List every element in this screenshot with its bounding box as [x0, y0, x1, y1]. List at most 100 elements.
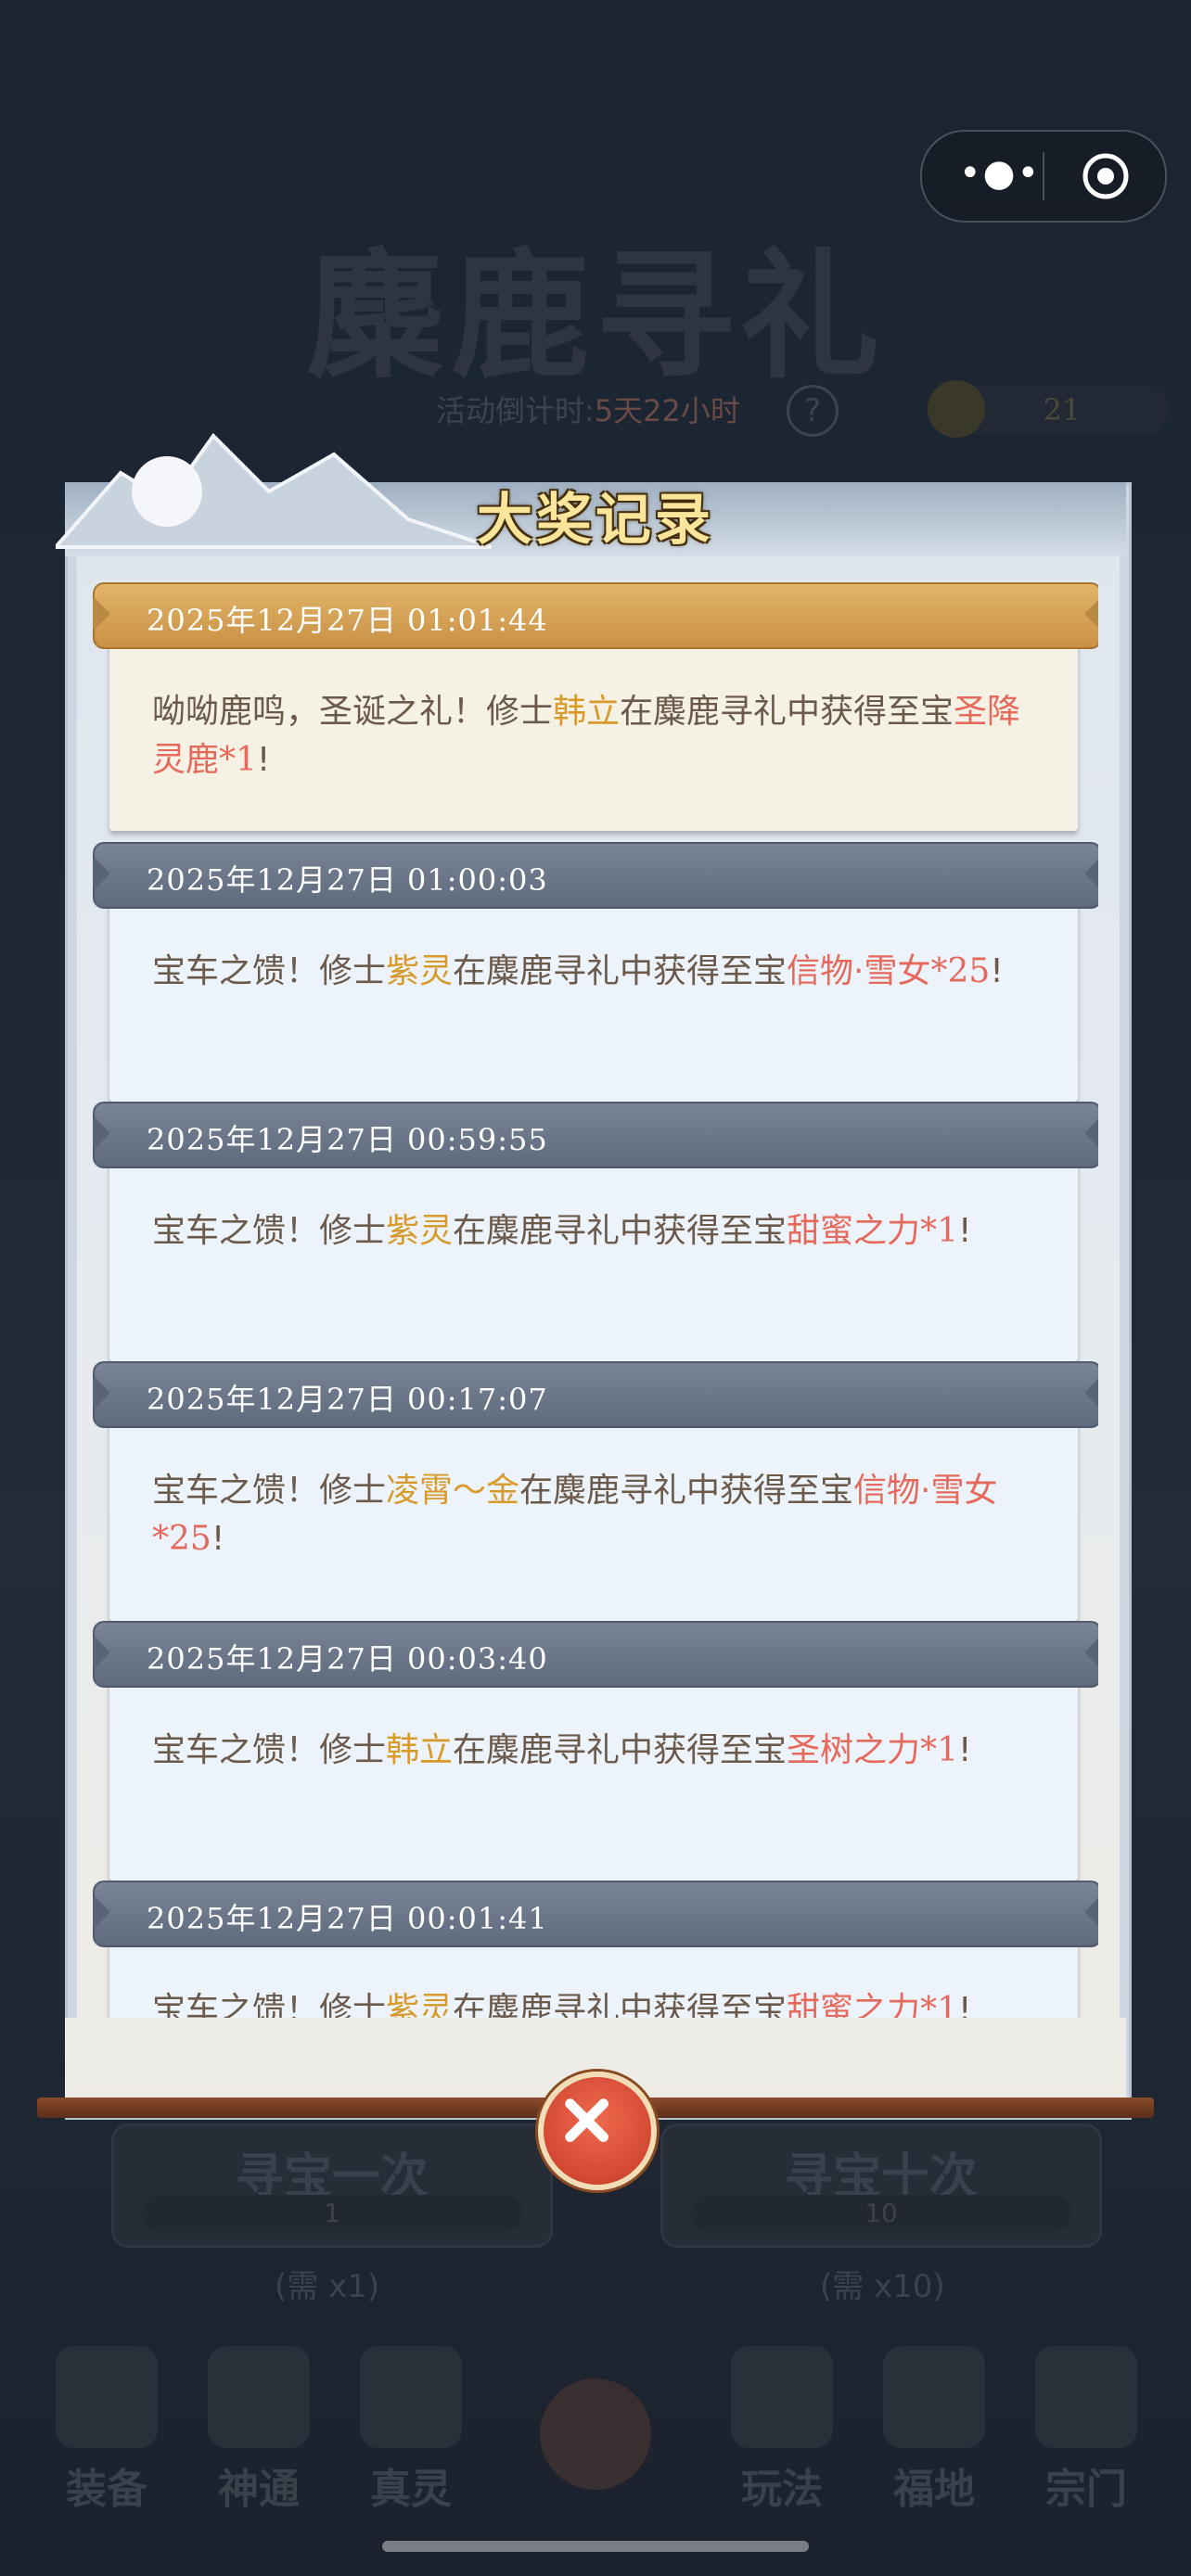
header-tip: [93, 1117, 110, 1149]
record-prefix: 宝车之馈！修士: [152, 1472, 387, 1510]
header-tip: [1084, 598, 1098, 630]
record-text: 宝车之馈！修士紫灵在麋鹿寻礼中获得至宝甜蜜之力*1!: [152, 1986, 1043, 2018]
nav-skills[interactable]: 神通: [198, 2346, 319, 2515]
record-suffix: !: [957, 1212, 972, 1250]
record-prefix: 呦呦鹿鸣，圣诞之礼！修士: [152, 693, 554, 731]
home-indicator[interactable]: [382, 2541, 809, 2552]
record-body: 呦呦鹿鸣，圣诞之礼！修士韩立在麋鹿寻礼中获得至宝圣降灵鹿*1!: [109, 638, 1078, 831]
close-x-icon: [565, 2098, 608, 2142]
header-tip: [93, 1637, 110, 1668]
record-header: 2025年12月27日 00:01:41: [93, 1881, 1098, 1947]
nav-label: 真灵: [370, 2466, 452, 2513]
equipment-icon: [56, 2346, 158, 2448]
capsule-divider: [1043, 152, 1044, 200]
blessed-land-icon: [883, 2346, 985, 2448]
nav-gameplay[interactable]: 玩法: [722, 2346, 842, 2515]
record-middle: 在麋鹿寻礼中获得至宝: [453, 952, 788, 990]
header-tip: [1084, 1637, 1098, 1668]
record-header: 2025年12月27日 01:00:03: [93, 842, 1098, 909]
player-name: 韩立: [386, 1731, 454, 1769]
player-name: 紫灵: [386, 1991, 454, 2018]
record-middle: 在麋鹿寻礼中获得至宝: [519, 1472, 854, 1510]
record-middle: 在麋鹿寻礼中获得至宝: [453, 1731, 788, 1769]
nav-sect[interactable]: 宗门: [1026, 2346, 1146, 2515]
record-header: 2025年12月27日 01:01:44: [93, 582, 1098, 649]
prize-item: 甜蜜之力: [787, 1212, 921, 1250]
header-tip: [93, 1896, 110, 1928]
prize-qty: *25: [930, 952, 991, 990]
coin-icon: [928, 380, 985, 438]
record-suffix: !: [957, 1991, 972, 2018]
center-swirl-icon[interactable]: [540, 2378, 651, 2490]
nav-label: 装备: [66, 2466, 147, 2513]
miniprogram-capsule: •●•: [920, 130, 1167, 223]
record-middle: 在麋鹿寻礼中获得至宝: [453, 1212, 788, 1250]
record-body: 宝车之馈！修士紫灵在麋鹿寻礼中获得至宝甜蜜之力*1!: [109, 1936, 1078, 2018]
prize-qty: *1: [219, 741, 257, 779]
draw-once-button[interactable]: 寻宝一次 1: [111, 2123, 553, 2248]
draw-once-sub: (需 x1): [275, 2268, 380, 2305]
record-prefix: 宝车之馈！修士: [152, 952, 387, 990]
player-name: 紫灵: [386, 952, 454, 990]
prize-item: 甜蜜之力: [787, 1991, 921, 2018]
record-header: 2025年12月27日 00:59:55: [93, 1102, 1098, 1168]
player-name: 韩立: [553, 693, 621, 731]
header-tip: [1084, 1377, 1098, 1409]
prize-qty: *25: [152, 1520, 211, 1558]
record-header: 2025年12月27日 00:17:07: [93, 1361, 1098, 1428]
countdown-value: 5天22小时: [594, 393, 740, 428]
nav-label: 宗门: [1045, 2466, 1127, 2513]
header-tip: [93, 858, 110, 889]
record-suffix: !: [256, 741, 271, 779]
record-timestamp: 2025年12月27日 00:03:40: [147, 1641, 548, 1677]
prize-qty: *1: [920, 1212, 958, 1250]
sect-icon: [1035, 2346, 1137, 2448]
record-text: 宝车之馈！修士凌霄～金在麋鹿寻礼中获得至宝信物·雪女 *25!: [152, 1467, 1043, 1563]
help-icon[interactable]: ?: [787, 385, 839, 437]
record-suffix: !: [211, 1520, 225, 1558]
record-prefix: 宝车之馈！修士: [152, 1731, 387, 1769]
nav-blessed-land[interactable]: 福地: [874, 2346, 994, 2515]
prize-item: 信物·雪女: [853, 1472, 998, 1510]
header-tip: [1084, 858, 1098, 889]
record-text: 呦呦鹿鸣，圣诞之礼！修士韩立在麋鹿寻礼中获得至宝圣降灵鹿*1!: [152, 688, 1043, 784]
record-body: 宝车之馈！修士紫灵在麋鹿寻礼中获得至宝甜蜜之力*1!: [109, 1157, 1078, 1361]
record-prefix: 宝车之馈！修士: [152, 1212, 387, 1250]
nav-equipment[interactable]: 装备: [46, 2346, 167, 2515]
prize-qty: *1: [920, 1731, 958, 1769]
skills-icon: [208, 2346, 310, 2448]
more-dots-icon[interactable]: •●•: [959, 155, 1039, 193]
gameplay-icon: [731, 2346, 833, 2448]
prize-qty: *1: [920, 1991, 958, 2018]
record-text: 宝车之馈！修士紫灵在麋鹿寻礼中获得至宝信物·雪女*25!: [152, 948, 1043, 996]
draw-ten-button[interactable]: 寻宝十次 10: [660, 2123, 1102, 2248]
record-text: 宝车之馈！修士紫灵在麋鹿寻礼中获得至宝甜蜜之力*1!: [152, 1207, 1043, 1256]
draw-once-cost: 1: [142, 2195, 522, 2232]
record-body: 宝车之馈！修士韩立在麋鹿寻礼中获得至宝圣树之力*1!: [109, 1677, 1078, 1881]
record-timestamp: 2025年12月27日 00:01:41: [147, 1901, 548, 1936]
nav-label: 玩法: [741, 2466, 823, 2513]
target-close-icon[interactable]: [1080, 150, 1132, 202]
record-body: 宝车之馈！修士紫灵在麋鹿寻礼中获得至宝信物·雪女*25!: [109, 898, 1078, 1102]
prize-item: 信物·雪女: [787, 952, 931, 990]
nav-label: 神通: [218, 2466, 300, 2513]
player-name: 紫灵: [386, 1212, 454, 1250]
points-counter: 21: [955, 385, 1169, 435]
record-timestamp: 2025年12月27日 00:17:07: [147, 1382, 548, 1417]
modal-close-button[interactable]: [538, 2072, 657, 2190]
record-timestamp: 2025年12月27日 00:59:55: [147, 1122, 548, 1157]
draw-ten-cost: 10: [691, 2195, 1071, 2232]
header-tip: [1084, 1117, 1098, 1149]
nav-spirit[interactable]: 真灵: [351, 2346, 471, 2515]
record-prefix: 宝车之馈！修士: [152, 1991, 387, 2018]
record-suffix: !: [990, 952, 1004, 990]
header-tip: [93, 598, 110, 630]
nav-label: 福地: [893, 2466, 975, 2513]
spirit-icon: [360, 2346, 462, 2448]
record-body: 宝车之馈！修士凌霄～金在麋鹿寻礼中获得至宝信物·雪女 *25!: [109, 1417, 1078, 1621]
header-tip: [1084, 1896, 1098, 1928]
player-name: 凌霄～金: [386, 1472, 520, 1510]
header-tip: [93, 1377, 110, 1409]
record-list[interactable]: 呦呦鹿鸣，圣诞之礼！修士韩立在麋鹿寻礼中获得至宝圣降灵鹿*1! 2025年12月…: [93, 582, 1098, 2018]
record-timestamp: 2025年12月27日 01:01:44: [147, 603, 548, 638]
